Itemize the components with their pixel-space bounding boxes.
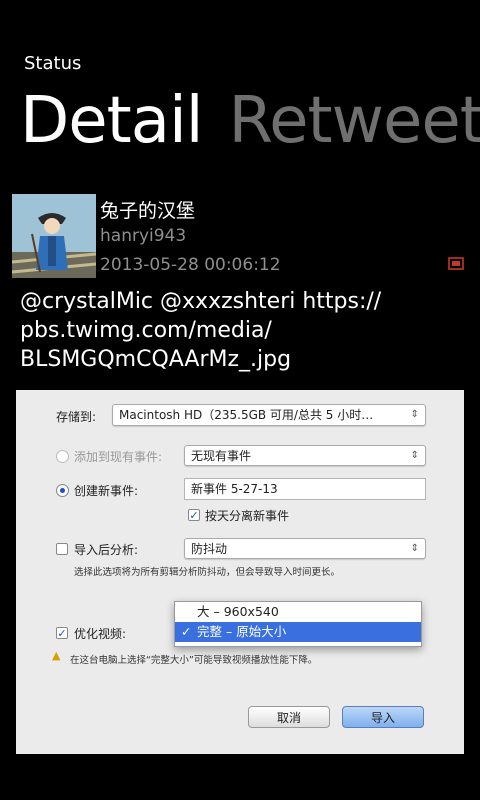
attached-image[interactable]: 存储到: Macintosh HD（235.5GB 可用/总共 5 小时… ⇕ …	[16, 390, 464, 754]
new-event-radio	[56, 484, 69, 497]
tweet-text[interactable]: @crystalMic @xxxzshteri https:// pbs.twi…	[20, 287, 460, 374]
avatar-illustration	[12, 194, 96, 278]
section-title: Status	[24, 53, 82, 74]
analyze-checkbox	[56, 543, 68, 555]
save-to-select: Macintosh HD（235.5GB 可用/总共 5 小时… ⇕	[112, 404, 426, 426]
menu-option-full-label: 完整 – 原始大小	[197, 624, 287, 639]
source-icon	[448, 257, 464, 270]
add-existing-label: 添加到现有事件:	[74, 450, 163, 464]
select-arrows-icon: ⇕	[410, 543, 419, 554]
split-by-day-checkbox: ✓	[188, 509, 200, 522]
tab-detail[interactable]: Detail	[20, 84, 204, 158]
optimize-checkbox: ✓	[56, 627, 68, 640]
add-existing-select: 无现有事件 ⇕	[184, 445, 426, 466]
new-event-label: 创建新事件:	[74, 484, 139, 498]
analyze-note: 选择此选项将为所有剪辑分析防抖动，但会导致导入时间更长。	[74, 567, 341, 578]
cancel-button: 取消	[248, 706, 330, 728]
tweet-timestamp: 2013-05-28 00:06:12	[100, 255, 281, 275]
tweet-text-line: BLSMGQmCQAArMz_.jpg	[20, 347, 292, 372]
add-existing-radio	[56, 450, 69, 463]
menu-option-full: ✓ 完整 – 原始大小	[175, 622, 421, 642]
new-event-field: 新事件 5-27-13	[184, 478, 426, 500]
optimize-label: 优化视频:	[74, 627, 127, 641]
analyze-value: 防抖动	[191, 542, 228, 556]
select-arrows-icon: ⇕	[410, 450, 419, 461]
checkmark-icon: ✓	[181, 624, 192, 639]
tab-retweet[interactable]: Retweet	[229, 84, 480, 158]
select-arrows-icon: ⇕	[410, 409, 419, 420]
user-name[interactable]: 兔子的汉堡	[100, 196, 195, 223]
tweet-text-line: @crystalMic @xxxzshteri https://	[20, 289, 382, 314]
save-to-label: 存储到:	[56, 410, 97, 424]
analyze-label: 导入后分析:	[74, 543, 139, 557]
save-to-value: Macintosh HD（235.5GB 可用/总共 5 小时…	[119, 408, 374, 422]
import-button: 导入	[342, 706, 424, 728]
add-existing-value: 无现有事件	[191, 449, 252, 463]
tweet-text-line: pbs.twimg.com/media/	[20, 318, 272, 343]
warning-text: 在这台电脑上选择“完整大小”可能导致视频播放性能下降。	[70, 655, 318, 666]
analyze-select: 防抖动 ⇕	[184, 538, 426, 559]
pivot-header: Detail Retweet	[20, 84, 480, 158]
optimize-dropdown-menu: 大 – 960x540 ✓ 完整 – 原始大小	[174, 601, 422, 647]
menu-option-large: 大 – 960x540	[197, 604, 279, 619]
avatar[interactable]	[12, 194, 96, 278]
split-by-day-label: 按天分离新事件	[205, 509, 290, 523]
warning-icon: ▲	[52, 649, 61, 662]
user-handle[interactable]: hanryi943	[100, 226, 186, 246]
